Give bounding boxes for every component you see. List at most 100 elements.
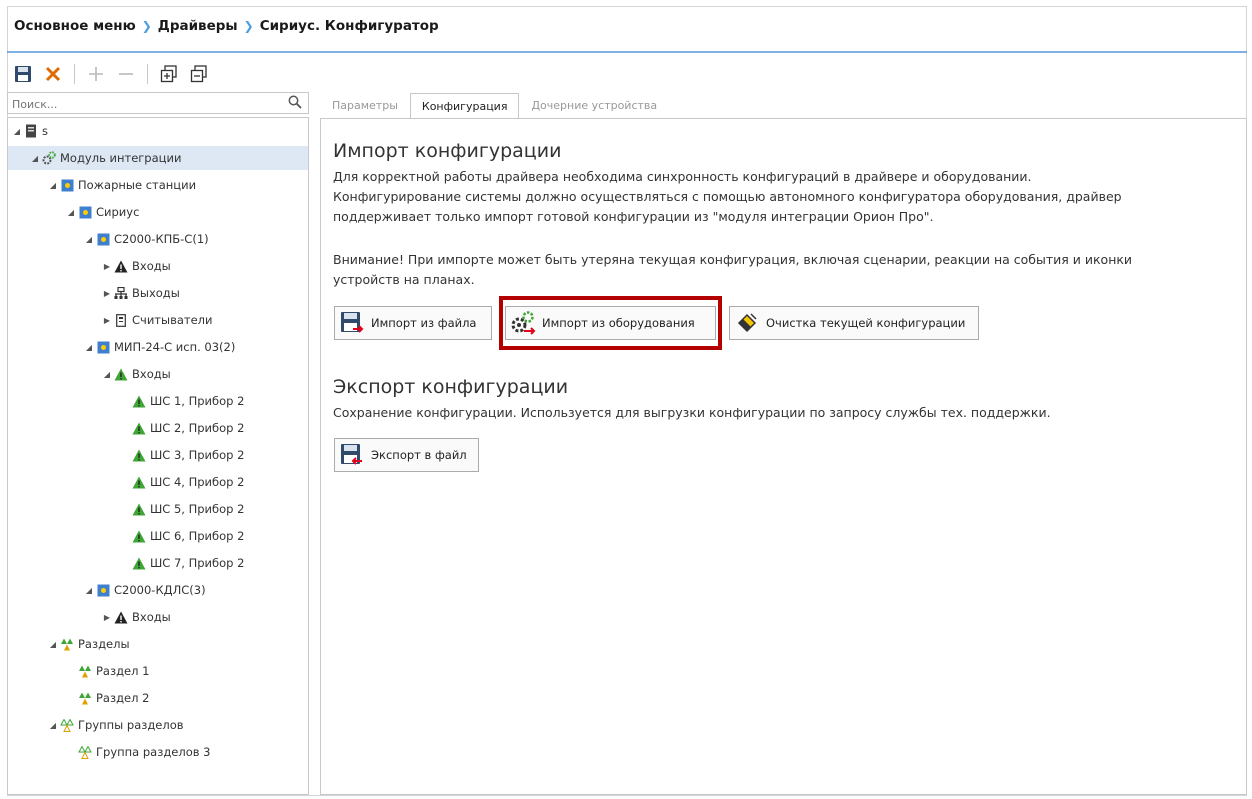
collapse-arrow-icon[interactable]: ◢ [48, 181, 58, 190]
tree-label: Разделы [78, 637, 130, 651]
tree-node-section[interactable]: Раздел 2 [8, 686, 308, 710]
tree-node-loop[interactable]: ШС 3, Прибор 2 [8, 443, 308, 467]
device-icon [96, 583, 110, 597]
tree-node-kpb-outputs[interactable]: ▶ Выходы [8, 281, 308, 305]
breadcrumb: Основное меню ❯ Драйверы ❯ Сириус. Конфи… [14, 18, 439, 34]
import-warning: Внимание! При импорте может быть утеряна… [333, 250, 1132, 290]
toolbar [12, 62, 210, 86]
warning-green-icon [114, 367, 128, 381]
tree-node-kpb-readers[interactable]: ▶ Считыватели [8, 308, 308, 332]
collapse-arrow-icon[interactable]: ◢ [12, 127, 22, 136]
import-from-equipment-button[interactable]: Импорт из оборудования [505, 306, 716, 340]
section-icon [60, 637, 74, 651]
warning-green-icon [132, 421, 146, 435]
warning-green-icon [132, 475, 146, 489]
collapse-arrow-icon[interactable]: ◢ [84, 586, 94, 595]
remove-icon[interactable] [115, 63, 137, 85]
breadcrumb-underline [7, 51, 1247, 53]
breadcrumb-separator-icon: ❯ [243, 19, 254, 33]
tab-child-devices[interactable]: Дочерние устройства [519, 92, 669, 118]
search-box [7, 92, 309, 115]
expand-arrow-icon[interactable]: ▶ [102, 289, 112, 298]
tree-node-kdls[interactable]: ◢ С2000-КДЛС(3) [8, 578, 308, 602]
server-icon [24, 124, 38, 138]
section-icon [78, 691, 92, 705]
collapse-arrow-icon[interactable]: ◢ [84, 343, 94, 352]
export-to-file-button[interactable]: Экспорт в файл [334, 438, 479, 472]
search-input[interactable] [8, 94, 286, 115]
import-from-file-label: Импорт из файла [371, 316, 477, 330]
tree-node-section-group[interactable]: Группа разделов 3 [8, 740, 308, 764]
import-description: Для корректной работы драйвера необходим… [333, 167, 1122, 227]
card-reader-icon [114, 313, 128, 327]
tree-label: s [42, 124, 48, 138]
tree-label: ШС 4, Прибор 2 [150, 475, 245, 489]
tree-node-loop[interactable]: ШС 7, Прибор 2 [8, 551, 308, 575]
warning-green-icon [132, 448, 146, 462]
tree-label: МИП-24-С исп. 03(2) [114, 340, 236, 354]
tree-node-kpb-inputs[interactable]: ▶ Входы [8, 254, 308, 278]
tree-node-mip[interactable]: ◢ МИП-24-С исп. 03(2) [8, 335, 308, 359]
tree-node-integration-module[interactable]: ◢ Модуль интеграции [8, 146, 308, 170]
import-from-equipment-label: Импорт из оборудования [542, 316, 695, 330]
tree-node-loop[interactable]: ШС 2, Прибор 2 [8, 416, 308, 440]
import-warning-line2: устройств на планах. [333, 272, 475, 287]
tree-node-loop[interactable]: ШС 6, Прибор 2 [8, 524, 308, 548]
gears-icon [42, 151, 56, 165]
save-icon[interactable] [12, 63, 34, 85]
toolbar-divider [74, 64, 75, 84]
tree-label: Выходы [132, 286, 180, 300]
tree-label: Входы [132, 259, 171, 273]
add-icon[interactable] [85, 63, 107, 85]
toolbar-divider [147, 64, 148, 84]
floppy-import-icon [339, 310, 365, 336]
floppy-export-icon [339, 442, 365, 468]
tree-label: Входы [132, 610, 171, 624]
breadcrumb-main-menu[interactable]: Основное меню [14, 18, 136, 34]
export-to-file-label: Экспорт в файл [371, 448, 467, 462]
tree-label: Группы разделов [78, 718, 184, 732]
warning-green-icon [132, 529, 146, 543]
cancel-icon[interactable] [42, 63, 64, 85]
collapse-arrow-icon[interactable]: ◢ [84, 235, 94, 244]
collapse-arrow-icon[interactable]: ◢ [48, 721, 58, 730]
tree-node-section[interactable]: Раздел 1 [8, 659, 308, 683]
expand-all-icon[interactable] [158, 63, 180, 85]
tree-node-fire-stations[interactable]: ◢ Пожарные станции [8, 173, 308, 197]
tree-node-loop[interactable]: ШС 5, Прибор 2 [8, 497, 308, 521]
tree-node-kpb[interactable]: ◢ С2000-КПБ-С(1) [8, 227, 308, 251]
tree-label: Группа разделов 3 [96, 745, 211, 759]
warning-green-icon [132, 556, 146, 570]
expand-arrow-icon[interactable]: ▶ [102, 316, 112, 325]
breadcrumb-drivers[interactable]: Драйверы [158, 18, 238, 34]
expand-arrow-icon[interactable]: ▶ [102, 262, 112, 271]
collapse-arrow-icon[interactable]: ◢ [30, 154, 40, 163]
tab-configuration[interactable]: Конфигурация [409, 93, 520, 119]
tree-node-sections[interactable]: ◢ Разделы [8, 632, 308, 656]
clear-configuration-label: Очистка текущей конфигурации [766, 316, 966, 330]
import-warning-line1: Внимание! При импорте может быть утеряна… [333, 252, 1133, 267]
breadcrumb-current: Сириус. Конфигуратор [259, 18, 439, 34]
expand-arrow-icon[interactable]: ▶ [102, 613, 112, 622]
export-description: Сохранение конфигурации. Используется дл… [333, 405, 1051, 420]
tree-label: С2000-КДЛС(3) [114, 583, 206, 597]
tree-label: Сириус [96, 205, 140, 219]
collapse-arrow-icon[interactable]: ◢ [66, 208, 76, 217]
tree-node-mip-inputs[interactable]: ◢ Входы [8, 362, 308, 386]
search-icon[interactable] [288, 94, 302, 113]
export-title: Экспорт конфигурации [333, 376, 569, 398]
tree-node-loop[interactable]: ШС 1, Прибор 2 [8, 389, 308, 413]
tab-parameters[interactable]: Параметры [320, 92, 410, 118]
section-group-icon [60, 718, 74, 732]
clear-configuration-button[interactable]: Очистка текущей конфигурации [729, 306, 979, 340]
import-from-file-button[interactable]: Импорт из файла [334, 306, 492, 340]
collapse-arrow-icon[interactable]: ◢ [102, 370, 112, 379]
tree-node-root[interactable]: ◢ s [8, 119, 308, 143]
tree-node-section-groups[interactable]: ◢ Группы разделов [8, 713, 308, 737]
tree-node-kdls-inputs[interactable]: ▶ Входы [8, 605, 308, 629]
eraser-icon [734, 310, 760, 336]
tree-node-sirius[interactable]: ◢ Сириус [8, 200, 308, 224]
tree-node-loop[interactable]: ШС 4, Прибор 2 [8, 470, 308, 494]
collapse-all-icon[interactable] [188, 63, 210, 85]
collapse-arrow-icon[interactable]: ◢ [48, 640, 58, 649]
